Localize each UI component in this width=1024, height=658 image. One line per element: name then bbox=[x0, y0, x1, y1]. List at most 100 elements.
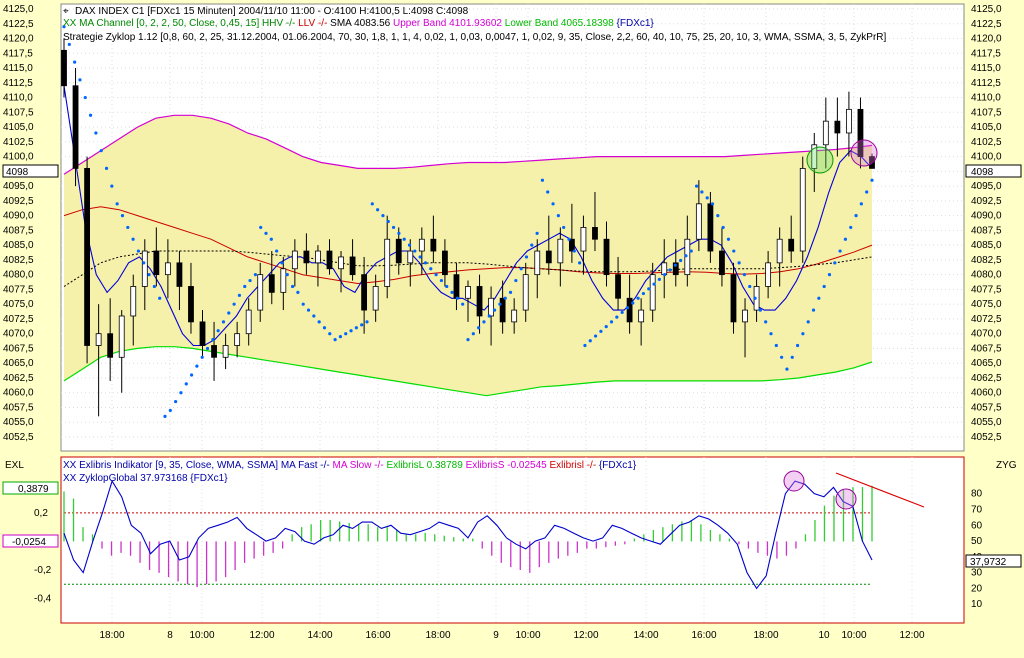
sar-dot bbox=[562, 225, 566, 230]
legend-part: LLV -/- bbox=[298, 18, 330, 29]
sar-dot bbox=[551, 202, 555, 206]
svg-text:-0,0254: -0,0254 bbox=[12, 537, 46, 548]
price-tick-right: 4095,0 bbox=[971, 181, 1002, 192]
sar-dot bbox=[312, 314, 316, 318]
sar-dot bbox=[317, 320, 321, 324]
sar-dot bbox=[583, 343, 587, 348]
candle-body bbox=[765, 262, 772, 287]
price-tick-left: 4072,5 bbox=[3, 314, 34, 325]
sar-dot bbox=[402, 237, 406, 241]
sar-dot bbox=[322, 326, 327, 330]
exl-axis-label: EXL bbox=[5, 460, 24, 471]
sar-dot bbox=[466, 337, 470, 342]
price-tick-right: 4122,5 bbox=[971, 19, 1002, 30]
candle-body bbox=[846, 108, 852, 134]
ma-channel-legend: XX MA Channel [0, 2, 2, 50, Close, 0,45,… bbox=[63, 18, 654, 29]
candle-body bbox=[315, 250, 321, 264]
sar-dot bbox=[152, 284, 156, 289]
candle-body bbox=[84, 167, 90, 346]
legend-part: {FDXc1} bbox=[617, 18, 655, 29]
sar-dot bbox=[423, 261, 428, 265]
sar-dot bbox=[503, 296, 507, 300]
candle-body bbox=[257, 274, 264, 311]
price-tick-left: 4077,5 bbox=[3, 284, 34, 295]
sar-dot bbox=[83, 95, 87, 100]
sar-dot bbox=[104, 166, 109, 170]
sar-dot bbox=[673, 263, 677, 267]
sar-dot bbox=[227, 311, 231, 315]
candle-body bbox=[730, 274, 737, 323]
sar-dot bbox=[99, 149, 103, 153]
time-tick: 10:00 bbox=[515, 630, 540, 641]
sar-dot bbox=[716, 214, 720, 218]
exl-tick: -0,4 bbox=[34, 594, 52, 605]
candle-body bbox=[245, 309, 252, 335]
candle-body bbox=[326, 250, 333, 270]
candle-body bbox=[476, 286, 483, 317]
sar-dot bbox=[732, 249, 736, 253]
sar-dot bbox=[88, 113, 93, 117]
sar-dot bbox=[764, 320, 768, 324]
candle-body bbox=[534, 250, 541, 276]
price-tick-right: 4067,5 bbox=[971, 343, 1002, 354]
price-tick-left: 4067,5 bbox=[3, 343, 34, 354]
price-tick-right: 4055,0 bbox=[971, 417, 1002, 428]
sar-dot bbox=[365, 320, 369, 324]
sar-dot bbox=[237, 293, 242, 297]
candle-body bbox=[649, 274, 656, 311]
price-tick-left: 4087,5 bbox=[3, 225, 34, 236]
sar-dot bbox=[67, 42, 71, 47]
sar-dot bbox=[397, 231, 401, 235]
chart-canvas: 4125,0 4125,0 4122,5 4122,5 4120,0 4120,0 4117… bbox=[2, 3, 1022, 641]
price-tick-left: 4080,0 bbox=[3, 270, 34, 281]
price-tick-right: 4077,5 bbox=[971, 284, 1002, 295]
sar-dot bbox=[535, 231, 539, 235]
price-tick-right: 4102,5 bbox=[971, 137, 1002, 148]
price-tick-left: 4055,0 bbox=[3, 417, 34, 428]
sar-dot bbox=[205, 346, 210, 351]
time-tick: 16:00 bbox=[691, 630, 716, 641]
time-tick: 14:00 bbox=[633, 630, 658, 641]
price-tick-left: 4085,0 bbox=[3, 240, 34, 251]
candle-body bbox=[118, 315, 125, 358]
legend-part: XX MA Channel [0, 2, 2, 50, Close, 0,45,… bbox=[63, 18, 298, 29]
sar-dot bbox=[524, 255, 529, 259]
candle-body bbox=[268, 274, 275, 293]
sar-dot bbox=[689, 249, 693, 253]
price-tick-left: 4100,0 bbox=[3, 152, 34, 163]
sar-dot bbox=[461, 302, 465, 306]
sar-dot bbox=[849, 225, 853, 230]
time-tick: 10 bbox=[818, 630, 830, 641]
price-tick-left: 4117,5 bbox=[3, 48, 33, 59]
sar-dot bbox=[498, 302, 502, 306]
time-tick: 12:00 bbox=[899, 630, 924, 641]
sar-dot bbox=[647, 287, 651, 291]
sar-dot bbox=[158, 296, 162, 300]
sar-dot bbox=[854, 214, 858, 218]
legend-part: Upper Band 4101.93602 bbox=[393, 18, 505, 29]
crosshair-icon: ⌖ bbox=[63, 6, 69, 17]
sar-dot bbox=[748, 284, 752, 289]
candle-body bbox=[361, 274, 368, 311]
sar-dot bbox=[833, 261, 837, 265]
zyklop-top-circle-1 bbox=[783, 470, 805, 492]
sar-dot bbox=[620, 310, 624, 315]
exl-tick: 0,2 bbox=[34, 508, 48, 519]
candle-body bbox=[72, 85, 79, 169]
sar-dot bbox=[450, 290, 454, 294]
candle-body bbox=[834, 120, 841, 134]
time-tick: 8 bbox=[167, 630, 173, 641]
price-tick-right: 4090,0 bbox=[971, 211, 1002, 222]
sar-dot bbox=[174, 399, 178, 404]
sar-dot bbox=[663, 273, 667, 277]
sar-dot bbox=[434, 273, 438, 277]
sar-dot bbox=[73, 60, 77, 64]
legend-part: ExlibrisS -0.02545 bbox=[466, 460, 550, 471]
price-tick-left: 4092,5 bbox=[3, 196, 34, 207]
sar-dot bbox=[710, 202, 715, 206]
candle-body bbox=[511, 309, 518, 323]
zyg-tick: 80 bbox=[971, 489, 983, 500]
sar-dot bbox=[221, 320, 226, 324]
time-tick: 14:00 bbox=[307, 630, 332, 641]
exl-neg-box: -0,0254 bbox=[2, 534, 59, 548]
